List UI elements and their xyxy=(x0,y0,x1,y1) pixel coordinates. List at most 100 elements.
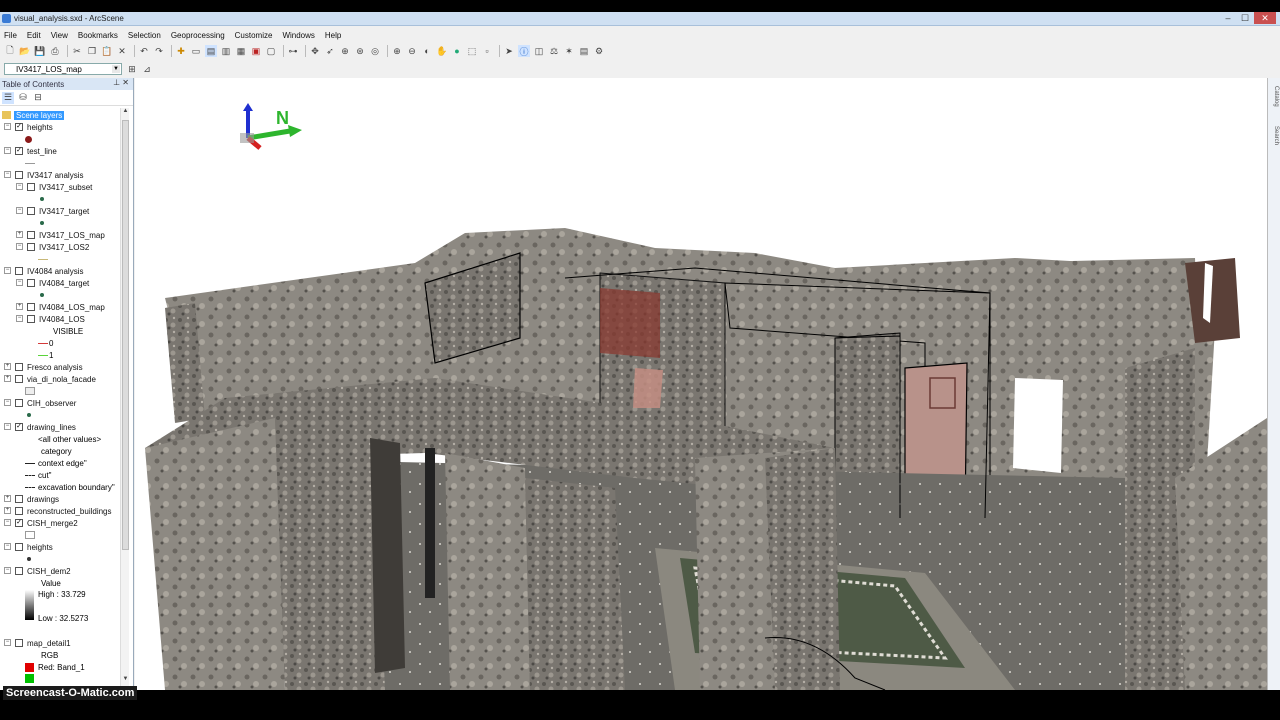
toc-layer-row[interactable]: − IV4084_target xyxy=(0,277,118,289)
layer-visibility-checkbox[interactable] xyxy=(27,243,35,251)
layer-visibility-checkbox[interactable]: ✓ xyxy=(15,423,23,431)
save-icon[interactable]: 💾 xyxy=(34,45,46,57)
menu-edit[interactable]: Edit xyxy=(27,31,41,40)
collapse-icon[interactable]: − xyxy=(4,399,11,406)
layer-visibility-checkbox[interactable] xyxy=(27,303,35,311)
paste-icon[interactable]: 📋 xyxy=(101,45,113,57)
zoom-out-icon[interactable]: ⊖ xyxy=(406,45,418,57)
chevron-down-icon[interactable]: ▼ xyxy=(112,65,120,73)
layer-visibility-checkbox[interactable] xyxy=(15,399,23,407)
toc-layer-row[interactable]: − IV4084_LOS xyxy=(0,313,118,325)
arctoolbox-icon[interactable]: ▣ xyxy=(250,45,262,57)
maximize-button[interactable]: ☐ xyxy=(1237,12,1253,24)
layer-visibility-checkbox[interactable] xyxy=(27,183,35,191)
animation-icon[interactable]: ▤ xyxy=(578,45,590,57)
expand-icon[interactable]: + xyxy=(4,363,11,370)
toc-scroll-thumb[interactable] xyxy=(122,120,129,550)
toc-layer-row[interactable]: + via_di_nola_facade xyxy=(0,373,118,385)
menu-windows[interactable]: Windows xyxy=(282,31,314,40)
globe-icon[interactable]: ⚙ xyxy=(593,45,605,57)
collapse-icon[interactable]: − xyxy=(16,279,23,286)
toc-layer-row[interactable]: − ✓ heights xyxy=(0,121,118,133)
layer-visibility-checkbox[interactable]: ✓ xyxy=(15,147,23,155)
layer-tool-icon[interactable]: ⊿ xyxy=(141,63,153,75)
toc-layer-row[interactable]: − ✓ drawing_lines xyxy=(0,421,118,433)
menu-bookmarks[interactable]: Bookmarks xyxy=(78,31,118,40)
collapse-icon[interactable]: − xyxy=(4,543,11,550)
close-window-button[interactable]: ✕ xyxy=(1254,12,1276,24)
layer-visibility-checkbox[interactable] xyxy=(15,267,23,275)
zoom-in-icon[interactable]: ⊕ xyxy=(391,45,403,57)
open-icon[interactable]: 📂 xyxy=(19,45,31,57)
layer-visibility-checkbox[interactable] xyxy=(15,543,23,551)
expand-icon[interactable]: + xyxy=(4,507,11,514)
toc-layer-row[interactable]: + Fresco analysis xyxy=(0,361,118,373)
full-extent-icon[interactable]: ● xyxy=(451,45,463,57)
layer-visibility-checkbox[interactable] xyxy=(15,171,23,179)
undo-icon[interactable]: ↶ xyxy=(138,45,150,57)
cut-icon[interactable]: ✂ xyxy=(71,45,83,57)
catalog-icon[interactable]: ▥ xyxy=(220,45,232,57)
scene-render[interactable]: N xyxy=(135,78,1267,690)
add-data-icon[interactable]: ✚ xyxy=(175,45,187,57)
collapse-icon[interactable]: − xyxy=(16,243,23,250)
redo-icon[interactable]: ↷ xyxy=(153,45,165,57)
collapse-icon[interactable]: − xyxy=(4,123,11,130)
clear-selection-icon[interactable]: ▫ xyxy=(481,45,493,57)
delete-icon[interactable]: ✕ xyxy=(116,45,128,57)
toc-layer-row[interactable]: − heights xyxy=(0,541,118,553)
toc-layer-row[interactable]: − IV4084 analysis xyxy=(0,265,118,277)
scene-properties-icon[interactable]: ▭ xyxy=(190,45,202,57)
collapse-icon[interactable]: − xyxy=(4,147,11,154)
toc-layer-row[interactable]: − ✓ CISH_merge2 xyxy=(0,517,118,529)
collapse-icon[interactable]: − xyxy=(4,519,11,526)
expand-icon[interactable]: + xyxy=(16,303,23,310)
measure-icon[interactable]: ⚖ xyxy=(548,45,560,57)
3d-scene-view[interactable]: N xyxy=(135,78,1267,690)
collapse-icon[interactable]: − xyxy=(4,267,11,274)
toc-layer-row[interactable]: + drawings xyxy=(0,493,118,505)
toc-root-scene-layers[interactable]: Scene layers xyxy=(2,109,65,121)
layer-visibility-checkbox[interactable] xyxy=(27,207,35,215)
copy-icon[interactable]: ❐ xyxy=(86,45,98,57)
menu-selection[interactable]: Selection xyxy=(128,31,161,40)
layer-visibility-checkbox[interactable]: ✓ xyxy=(15,519,23,527)
collapse-icon[interactable]: − xyxy=(16,315,23,322)
menu-customize[interactable]: Customize xyxy=(235,31,273,40)
new-document-icon[interactable]: 🗋 xyxy=(4,45,16,57)
toc-layer-row[interactable]: − map_detail1 xyxy=(0,637,118,649)
identify-icon[interactable]: ⓘ xyxy=(518,45,530,57)
layer-visibility-checkbox[interactable] xyxy=(27,315,35,323)
toc-layer-row[interactable]: − IV3417 analysis xyxy=(0,169,118,181)
layer-properties-icon[interactable]: ⊞ xyxy=(126,63,138,75)
select-features-icon[interactable]: ⬚ xyxy=(466,45,478,57)
html-popup-icon[interactable]: ◫ xyxy=(533,45,545,57)
pan-icon[interactable]: ✋ xyxy=(436,45,448,57)
zoom-to-target-icon[interactable]: ⊛ xyxy=(354,45,366,57)
menu-help[interactable]: Help xyxy=(325,31,341,40)
menu-file[interactable]: File xyxy=(4,31,17,40)
expand-icon[interactable]: + xyxy=(16,231,23,238)
fly-icon[interactable]: ➶ xyxy=(324,45,336,57)
toc-scrollbar[interactable]: ▲ ▼ xyxy=(120,108,129,686)
expand-icon[interactable]: + xyxy=(4,375,11,382)
python-window-icon[interactable]: ▢ xyxy=(265,45,277,57)
toc-layer-row[interactable]: − IV3417_target xyxy=(0,205,118,217)
model-builder-icon[interactable]: ⊶ xyxy=(287,45,299,57)
collapse-icon[interactable]: − xyxy=(16,207,23,214)
narrow-fov-icon[interactable]: ◐ xyxy=(421,45,433,57)
toc-layer-row[interactable]: − CISH_dem2 xyxy=(0,565,118,577)
toc-layer-row[interactable]: + IV4084_LOS_map xyxy=(0,301,118,313)
toc-layer-row[interactable]: − IV3417_LOS2 xyxy=(0,241,118,253)
layer-visibility-checkbox[interactable] xyxy=(15,639,23,647)
search-tab[interactable]: Search xyxy=(1270,126,1279,145)
target-center-icon[interactable]: ⊕ xyxy=(339,45,351,57)
collapse-icon[interactable]: − xyxy=(4,639,11,646)
menu-view[interactable]: View xyxy=(51,31,68,40)
toc-layer-row[interactable]: − IV3417_subset xyxy=(0,181,118,193)
layer-visibility-checkbox[interactable]: ✓ xyxy=(15,123,23,131)
find-icon[interactable]: ✶ xyxy=(563,45,575,57)
expand-icon[interactable]: + xyxy=(4,495,11,502)
layer-visibility-checkbox[interactable] xyxy=(15,507,23,515)
toc-window-icon[interactable]: ▤ xyxy=(205,45,217,57)
